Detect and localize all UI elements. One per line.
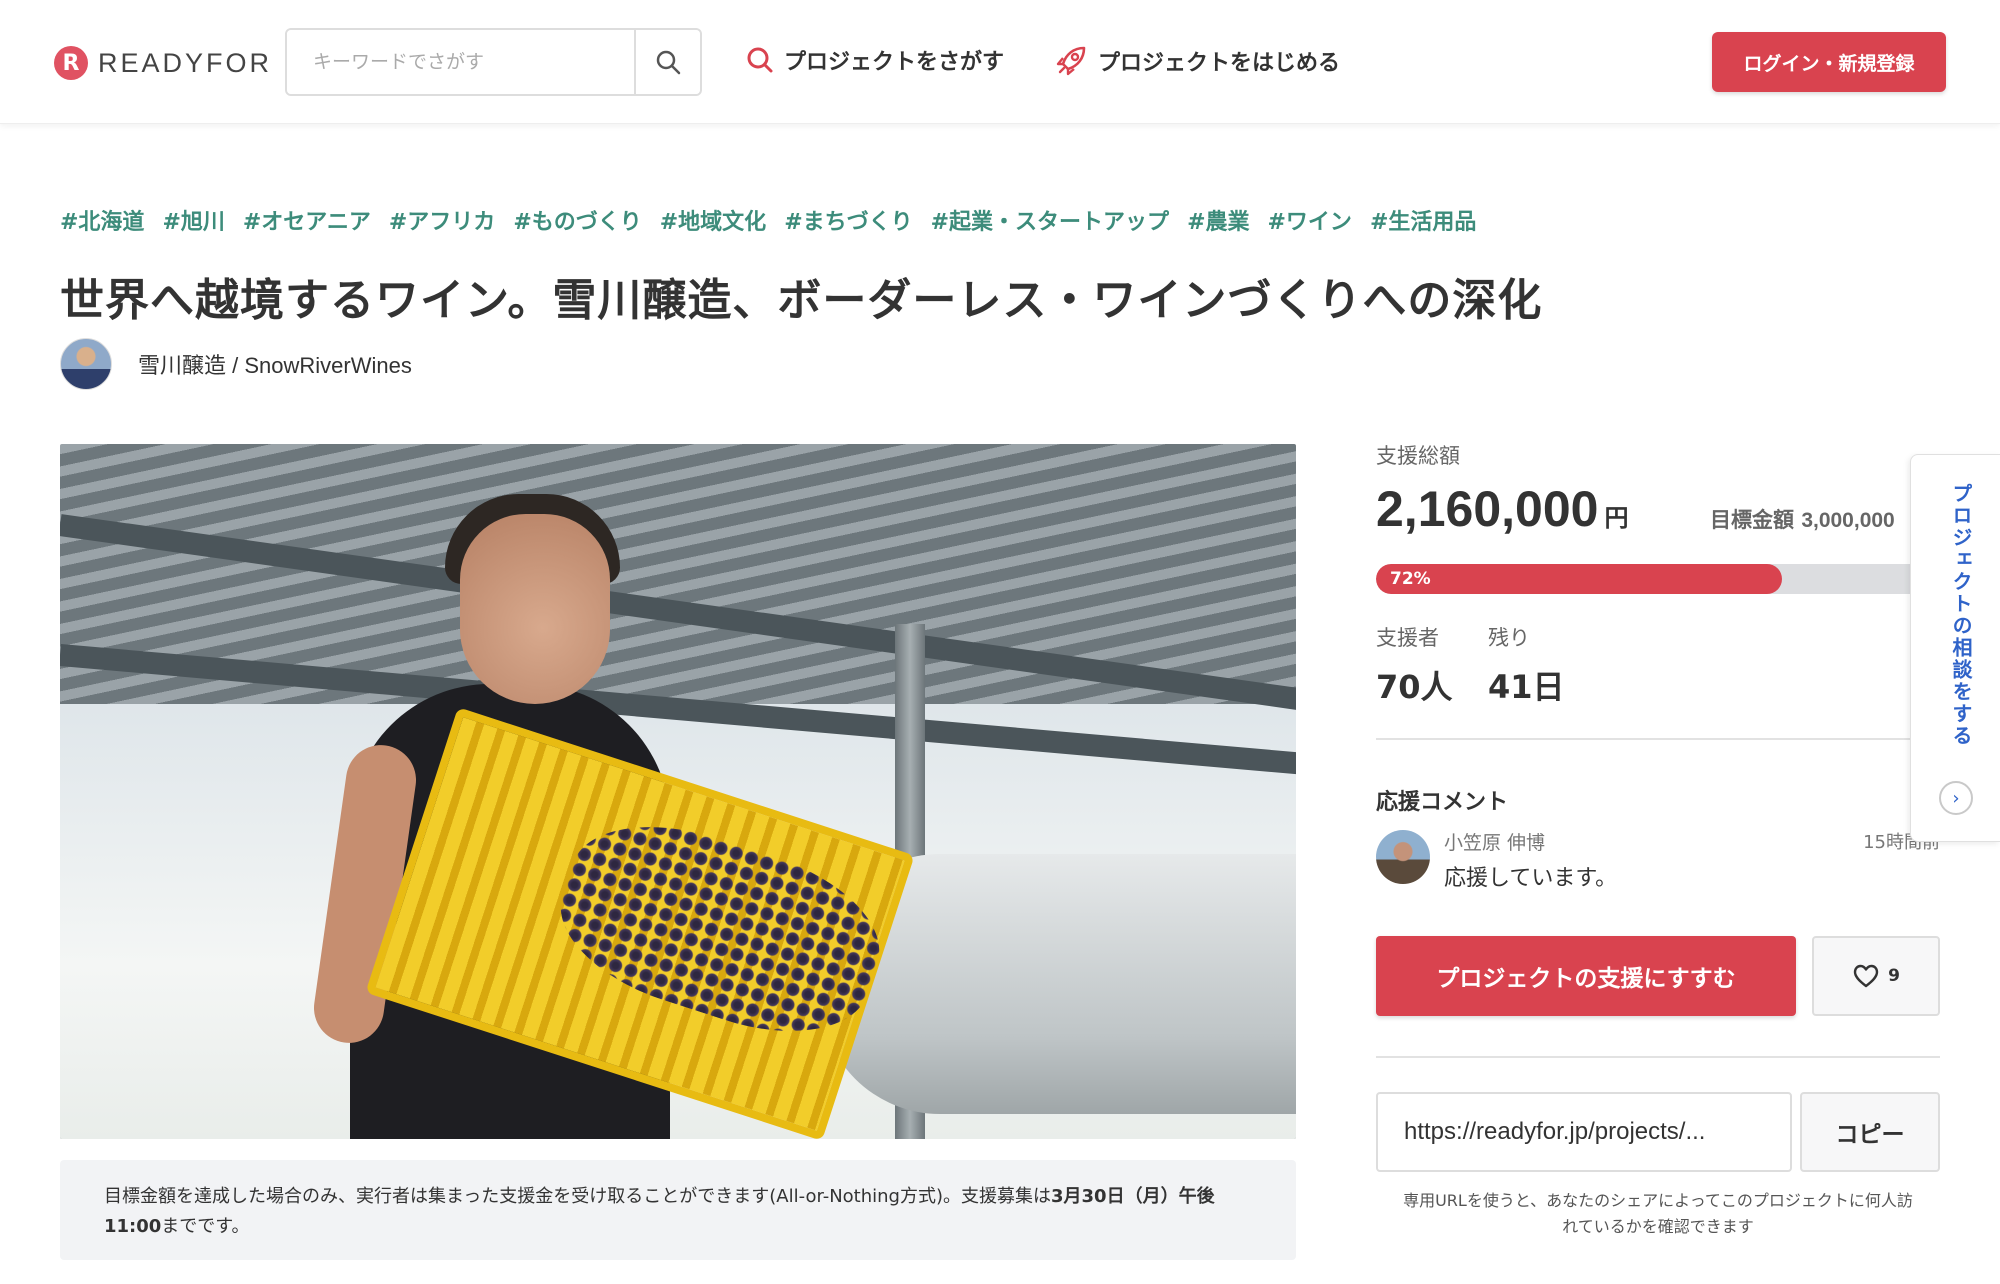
remaining-label: 残り <box>1488 626 1530 650</box>
supporters-value: 70人 <box>1376 668 1453 706</box>
project-owner[interactable]: 雪川醸造 / SnowRiverWines <box>60 338 412 390</box>
support-project-button[interactable]: プロジェクトの支援にすすむ <box>1376 936 1796 1016</box>
project-tags: #北海道 #旭川 #オセアニア #アフリカ #ものづくり #地域文化 #まちづく… <box>60 204 1476 236</box>
favorite-button[interactable]: 9 <box>1812 936 1940 1016</box>
tag-link[interactable]: #まちづくり <box>784 204 912 236</box>
progress-bar: 72% <box>1376 564 1940 594</box>
tag-link[interactable]: #ものづくり <box>513 204 641 236</box>
supporters-stat: 支援者 70人 <box>1376 622 1453 708</box>
tag-link[interactable]: #アフリカ <box>389 204 495 236</box>
project-main-image <box>60 444 1296 1139</box>
total-label: 支援総額 <box>1376 444 1460 468</box>
heart-icon <box>1853 964 1879 988</box>
favorite-count: 9 <box>1888 966 1900 986</box>
logo-text: READYFOR <box>98 47 273 78</box>
nav-start-label: プロジェクトをはじめる <box>1098 51 1341 76</box>
owner-name[interactable]: 雪川醸造 / SnowRiverWines <box>138 348 412 380</box>
share-url-help: 専用URLを使うと、あなたのシェアによってこのプロジェクトに何人訪れているかを確… <box>1403 1191 1913 1236</box>
search-icon <box>747 47 773 73</box>
currency-label: 円 <box>1604 504 1629 532</box>
nav-find-label: プロジェクトをさがす <box>784 50 1005 75</box>
nav-start-project[interactable]: プロジェクトをはじめる <box>1054 44 1340 78</box>
rocket-icon <box>1056 46 1086 76</box>
tag-link[interactable]: #オセアニア <box>243 204 371 236</box>
tag-link[interactable]: #農業 <box>1187 204 1249 236</box>
login-register-button[interactable]: ログイン・新規登録 <box>1712 32 1946 92</box>
tag-link[interactable]: #地域文化 <box>660 204 766 236</box>
site-header: R READYFOR プロジェクトをさがす プロジェクトをはじめる ログイン・新… <box>0 0 2000 124</box>
share-url-field[interactable]: https://readyfor.jp/projects/... <box>1376 1092 1792 1172</box>
goal-amount: 3,000,000 <box>1801 509 1895 532</box>
divider <box>1376 738 1940 740</box>
notice-end: までです。 <box>161 1216 250 1237</box>
total-amount-row: 2,160,000 円 <box>1376 480 1628 538</box>
owner-avatar[interactable] <box>60 338 112 390</box>
progress-fill: 72% <box>1376 564 1783 594</box>
comment-item[interactable]: 小笠原 伸博 15時間前 応援しています。 <box>1376 828 1940 898</box>
project-title: 世界へ越境するワイン。雪川醸造、ボーダーレス・ワインづくりへの深化 <box>60 275 1543 326</box>
consult-tab-label: プロジェクトの相談をする <box>1949 483 1973 747</box>
comments-title: 応援コメント <box>1376 790 1509 815</box>
search-box <box>285 28 702 96</box>
copy-url-button[interactable]: コピー <box>1800 1092 1940 1172</box>
goal-amount-row: 目標金額 3,000,000 <box>1710 504 1895 534</box>
notice-text: 目標金額を達成した場合のみ、実行者は集まった支援金を受け取ることができます(Al… <box>104 1186 1051 1207</box>
consult-side-tab[interactable]: プロジェクトの相談をする › <box>1910 454 2000 842</box>
commenter-name[interactable]: 小笠原 伸博 <box>1444 828 1545 855</box>
search-button[interactable] <box>634 30 700 94</box>
remaining-stat: 残り 41日 <box>1488 622 1565 708</box>
total-amount: 2,160,000 <box>1376 481 1599 537</box>
goal-label: 目標金額 <box>1710 508 1794 532</box>
readyfor-logo[interactable]: R READYFOR <box>54 46 272 80</box>
comment-text: 応援しています。 <box>1444 866 1618 891</box>
search-input[interactable] <box>287 30 634 94</box>
all-or-nothing-notice: 目標金額を達成した場合のみ、実行者は集まった支援金を受け取ることができます(Al… <box>60 1160 1296 1260</box>
tag-link[interactable]: #起業・スタートアップ <box>931 204 1169 236</box>
tag-link[interactable]: #生活用品 <box>1370 204 1476 236</box>
supporters-label: 支援者 <box>1376 626 1439 650</box>
remaining-value: 41日 <box>1488 668 1565 706</box>
nav-find-projects[interactable]: プロジェクトをさがす <box>746 44 1004 76</box>
logo-mark: R <box>54 46 88 80</box>
tag-link[interactable]: #旭川 <box>162 204 224 236</box>
tag-link[interactable]: #北海道 <box>60 204 144 236</box>
progress-label: 72% <box>1390 569 1431 589</box>
tag-link[interactable]: #ワイン <box>1268 204 1352 236</box>
divider <box>1376 1056 1940 1058</box>
chevron-right-icon: › <box>1939 781 1973 815</box>
commenter-avatar[interactable] <box>1376 830 1430 884</box>
search-icon <box>656 50 681 75</box>
